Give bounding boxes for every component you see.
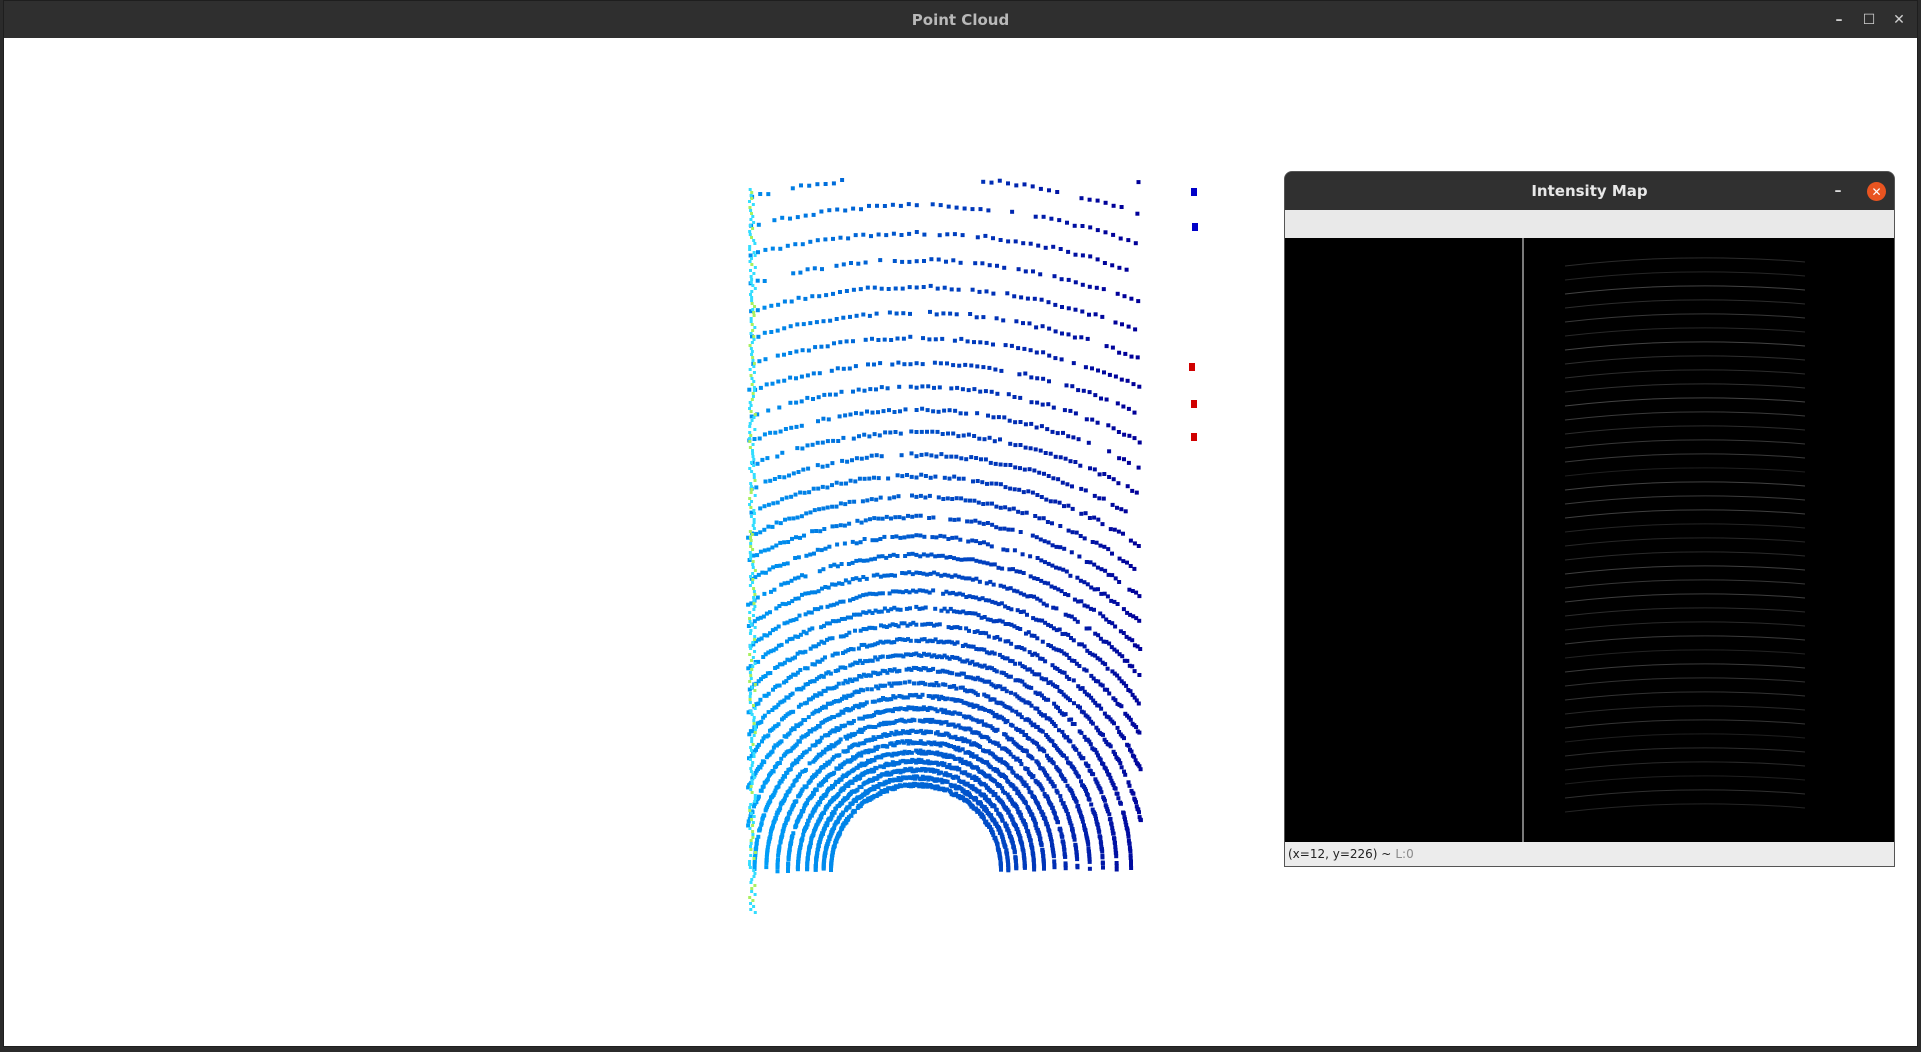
minimize-icon[interactable]: – [1825,1,1853,38]
intensity-image[interactable] [1285,238,1894,843]
close-icon[interactable]: ✕ [1885,1,1913,38]
intensity-status-bar: (x=12, y=226) ~ L:0 [1285,842,1894,866]
status-level: L:0 [1395,847,1414,861]
intensity-toolbar [1285,210,1894,238]
point-cloud-right-edge [1189,188,1198,441]
intensity-scan-lines [1564,257,1806,813]
intensity-titlebar[interactable]: Intensity Map – ✕ [1285,172,1894,210]
intensity-wall-line [1522,238,1524,843]
close-icon[interactable]: ✕ [1867,182,1886,201]
intensity-map-window: Intensity Map – ✕ (x=12, y=226) ~ L:0 [1284,171,1895,867]
main-window-title: Point Cloud [911,10,1010,29]
minimize-icon[interactable]: – [1826,172,1850,210]
status-coords: (x=12, y=226) ~ [1288,847,1392,861]
maximize-icon[interactable]: ☐ [1855,1,1883,38]
point-cloud-scan-rings [746,178,1143,874]
intensity-map-view[interactable] [1285,238,1894,843]
main-titlebar[interactable]: Point Cloud – ☐ ✕ [4,1,1917,38]
intensity-window-title: Intensity Map [1531,182,1648,200]
